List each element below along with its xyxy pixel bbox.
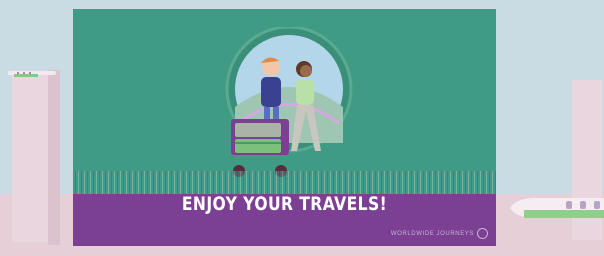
watermark: WORLDWIDE JOURNEYS	[391, 228, 488, 239]
slide-card: WORLDWIDE JOURNEYS ENJOY YOUR TRAVELS!	[73, 9, 496, 246]
globe-icon	[477, 228, 488, 239]
background-building-left	[12, 72, 51, 242]
airplane-icon	[510, 198, 604, 218]
slide-headline: ENJOY YOUR TRAVELS!	[181, 193, 388, 215]
travelers-illustration	[225, 27, 353, 177]
background-building-left-side	[48, 70, 60, 245]
airplane-icon	[8, 71, 56, 77]
watermark-text: WORLDWIDE JOURNEYS	[390, 230, 474, 237]
